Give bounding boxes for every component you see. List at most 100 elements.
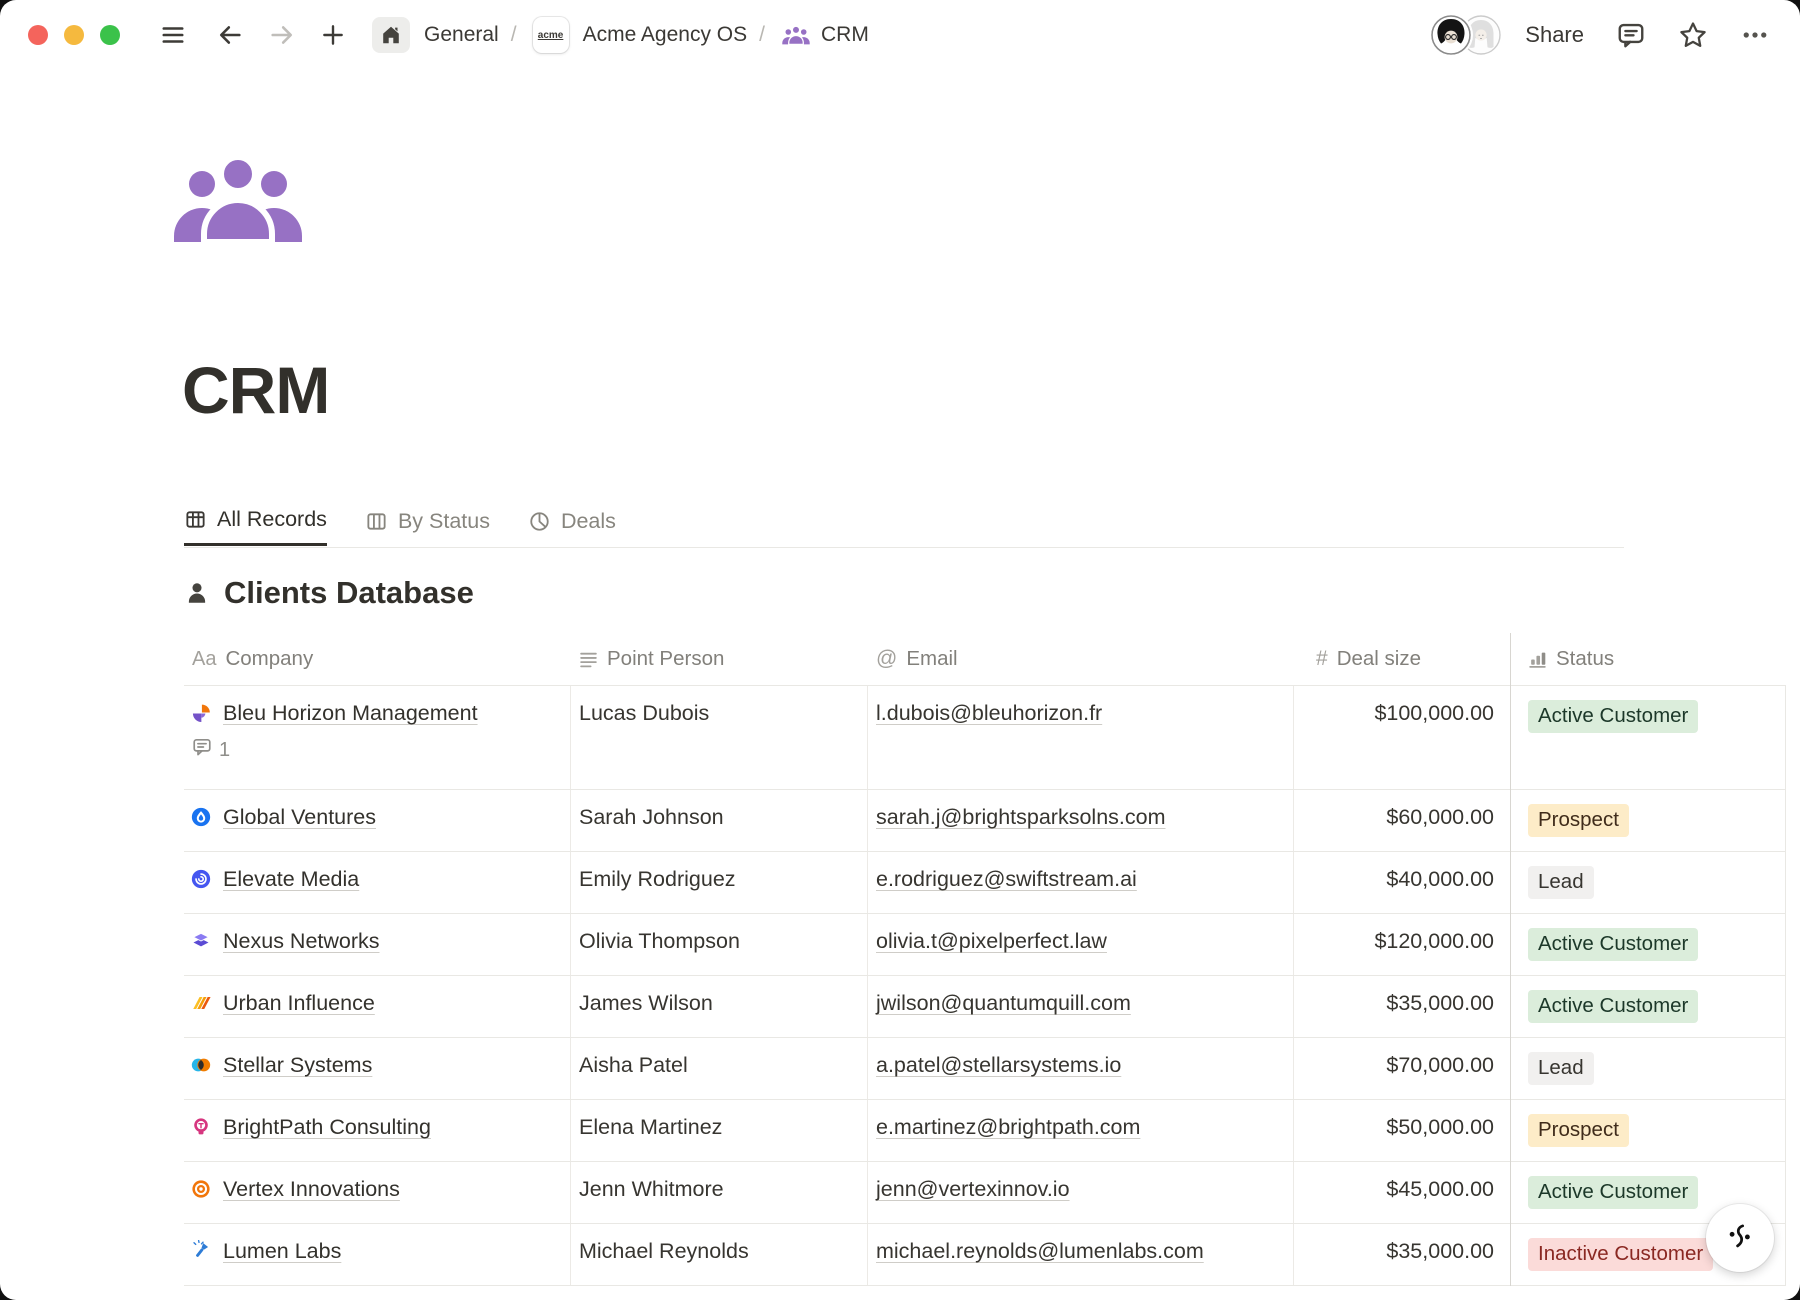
property-status-icon (1528, 650, 1547, 669)
status-cell[interactable]: Active Customer (1510, 914, 1786, 975)
tab-deals[interactable]: Deals (528, 496, 616, 546)
company-cell: Vertex Innovations (184, 1162, 571, 1223)
company-link[interactable]: Lumen Labs (223, 1238, 341, 1265)
collaborator-avatars (1431, 15, 1501, 55)
email-link[interactable]: olivia.t@pixelperfect.law (876, 929, 1107, 953)
ai-face-icon (1721, 1219, 1759, 1257)
table-header-row: AaCompanyPoint Person@Email#Deal size Sta… (184, 633, 1786, 686)
company-link[interactable]: Nexus Networks (223, 928, 380, 955)
more-options-icon[interactable] (1740, 20, 1770, 50)
point-person-cell[interactable]: Olivia Thompson (571, 914, 868, 975)
view-tabs: All Records By Status Deals (184, 496, 616, 546)
email-cell[interactable]: michael.reynolds@lumenlabs.com (868, 1224, 1294, 1285)
email-link[interactable]: a.patel@stellarsystems.io (876, 1053, 1121, 1077)
email-link[interactable]: jenn@vertexinnov.io (876, 1177, 1070, 1201)
avatar[interactable] (1431, 15, 1471, 55)
company-link[interactable]: Elevate Media (223, 866, 359, 893)
table-icon (184, 508, 207, 531)
zoom-window-button[interactable] (100, 25, 120, 45)
email-cell[interactable]: sarah.j@brightsparksolns.com (868, 790, 1294, 851)
company-link[interactable]: BrightPath Consulting (223, 1114, 431, 1141)
home-icon (380, 24, 402, 46)
deal-size-cell[interactable]: $35,000.00 (1294, 1224, 1510, 1285)
breadcrumb-general[interactable]: General (424, 23, 499, 47)
point-person-cell[interactable]: Lucas Dubois (571, 686, 868, 789)
email-cell[interactable]: olivia.t@pixelperfect.law (868, 914, 1294, 975)
column-header-email[interactable]: @Email (868, 633, 1294, 685)
favorite-star-icon[interactable] (1678, 20, 1708, 50)
tab-by-status[interactable]: By Status (365, 496, 490, 546)
deal-size-cell[interactable]: $40,000.00 (1294, 852, 1510, 913)
home-breadcrumb-chip[interactable] (372, 17, 410, 53)
deal-size-cell[interactable]: $70,000.00 (1294, 1038, 1510, 1099)
email-cell[interactable]: e.martinez@brightpath.com (868, 1100, 1294, 1161)
tab-all-records[interactable]: All Records (184, 496, 327, 546)
status-cell[interactable]: Lead (1510, 1038, 1786, 1099)
point-person-cell[interactable]: James Wilson (571, 976, 868, 1037)
point-person-cell[interactable]: Elena Martinez (571, 1100, 868, 1161)
email-cell[interactable]: e.rodriguez@swiftstream.ai (868, 852, 1294, 913)
column-header-status[interactable]: Status (1510, 633, 1786, 685)
notion-ai-button[interactable] (1706, 1204, 1774, 1272)
column-header-point-person[interactable]: Point Person (571, 633, 868, 685)
company-link[interactable]: Bleu Horizon Management (223, 700, 478, 727)
email-link[interactable]: sarah.j@brightsparksolns.com (876, 805, 1166, 829)
breadcrumb-workspace[interactable]: Acme Agency OS (583, 23, 748, 47)
status-cell[interactable]: Active Customer (1510, 686, 1786, 789)
tab-label: Deals (561, 509, 616, 534)
company-cell: Urban Influence (184, 976, 571, 1037)
new-tab-button[interactable] (320, 22, 346, 48)
company-link[interactable]: Vertex Innovations (223, 1176, 400, 1203)
company-link[interactable]: Stellar Systems (223, 1052, 372, 1079)
deal-size-cell[interactable]: $100,000.00 (1294, 686, 1510, 789)
deal-size-cell[interactable]: $35,000.00 (1294, 976, 1510, 1037)
company-link[interactable]: Urban Influence (223, 990, 375, 1017)
traffic-lights (28, 25, 120, 45)
close-window-button[interactable] (28, 25, 48, 45)
point-person-cell[interactable]: Jenn Whitmore (571, 1162, 868, 1223)
brightpath-logo-icon (190, 1116, 212, 1138)
status-cell[interactable]: Lead (1510, 852, 1786, 913)
deal-size-cell[interactable]: $50,000.00 (1294, 1100, 1510, 1161)
forward-button[interactable] (268, 21, 296, 49)
comments-icon[interactable] (1616, 20, 1646, 50)
column-label: Status (1556, 647, 1614, 671)
status-cell[interactable]: Prospect (1510, 1100, 1786, 1161)
email-link[interactable]: jwilson@quantumquill.com (876, 991, 1131, 1015)
sidebar-toggle-icon[interactable] (160, 22, 186, 48)
point-person-cell[interactable]: Sarah Johnson (571, 790, 868, 851)
page-icon-people[interactable] (168, 150, 308, 251)
crm-page-icon-small (781, 24, 811, 46)
status-badge: Lead (1528, 1052, 1594, 1085)
point-person-cell[interactable]: Emily Rodriguez (571, 852, 868, 913)
column-header-deal-size[interactable]: #Deal size (1294, 633, 1510, 685)
breadcrumb-page[interactable]: CRM (821, 23, 869, 47)
status-cell[interactable]: Active Customer (1510, 976, 1786, 1037)
point-person-cell[interactable]: Aisha Patel (571, 1038, 868, 1099)
email-link[interactable]: e.rodriguez@swiftstream.ai (876, 867, 1137, 891)
deal-size-cell[interactable]: $45,000.00 (1294, 1162, 1510, 1223)
deal-size-cell[interactable]: $60,000.00 (1294, 790, 1510, 851)
email-cell[interactable]: jwilson@quantumquill.com (868, 976, 1294, 1037)
company-link[interactable]: Global Ventures (223, 804, 376, 831)
share-button[interactable]: Share (1525, 22, 1584, 48)
email-link[interactable]: e.martinez@brightpath.com (876, 1115, 1140, 1139)
email-link[interactable]: michael.reynolds@lumenlabs.com (876, 1239, 1204, 1263)
clients-table: AaCompanyPoint Person@Email#Deal size Sta… (184, 633, 1786, 1286)
email-cell[interactable]: a.patel@stellarsystems.io (868, 1038, 1294, 1099)
column-header-company[interactable]: AaCompany (184, 633, 571, 685)
email-cell[interactable]: jenn@vertexinnov.io (868, 1162, 1294, 1223)
back-button[interactable] (216, 21, 244, 49)
status-cell[interactable]: Prospect (1510, 790, 1786, 851)
email-link[interactable]: l.dubois@bleuhorizon.fr (876, 701, 1102, 725)
email-cell[interactable]: l.dubois@bleuhorizon.fr (868, 686, 1294, 789)
comment-count[interactable]: 1 (190, 737, 562, 764)
point-person-cell[interactable]: Michael Reynolds (571, 1224, 868, 1285)
table-row: Stellar Systems Aisha Patel a.patel@stel… (184, 1038, 1786, 1100)
minimize-window-button[interactable] (64, 25, 84, 45)
deal-size-cell[interactable]: $120,000.00 (1294, 914, 1510, 975)
workspace-logo[interactable]: acme (533, 17, 569, 53)
pie-icon (528, 510, 551, 533)
company-cell: Global Ventures (184, 790, 571, 851)
status-badge: Active Customer (1528, 928, 1698, 961)
